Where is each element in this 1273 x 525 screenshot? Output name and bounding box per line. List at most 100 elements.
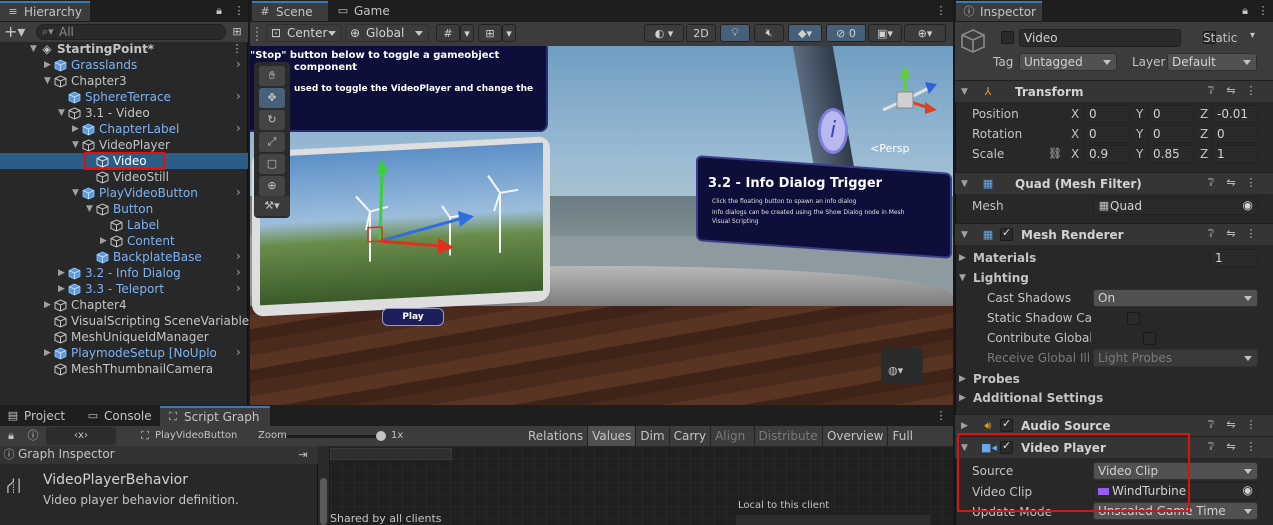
align-dropdown[interactable]: Align ▾	[711, 426, 755, 463]
hierarchy-item-startingpoint[interactable]: ▼ ◈ StartingPoint*	[30, 41, 154, 57]
hierarchy-item-sphereterrace[interactable]: SphereTerrace	[58, 89, 171, 105]
grid-snap-button[interactable]: #	[436, 24, 460, 42]
camera-settings-icon[interactable]: ▣▾	[868, 24, 902, 42]
carry-button[interactable]: Carry	[670, 426, 712, 446]
object-picker-icon[interactable]: ◉	[1243, 198, 1253, 212]
effects-toggle-icon[interactable]: ◆▾	[788, 24, 822, 42]
static-dropdown-icon[interactable]: ▾	[1250, 30, 1255, 41]
hand-tool-icon[interactable]: ✋︎	[259, 66, 285, 86]
inspector-scrollbar[interactable]	[318, 446, 329, 525]
dim-button[interactable]: Dim	[636, 426, 670, 446]
additional-settings-foldout[interactable]: ▶ Additional Settings	[959, 390, 1103, 406]
kebab-menu-icon[interactable]: ⋮	[1244, 227, 1258, 241]
materials-count-field[interactable]: 1	[1210, 249, 1258, 267]
tab-scene[interactable]: # Scene	[252, 1, 328, 21]
chevron-right-icon[interactable]: ›	[236, 89, 241, 103]
scene-viewport[interactable]: i "Stop" button below to toggle a gameob…	[250, 46, 953, 405]
scale-y-field[interactable]: 0.85	[1148, 145, 1194, 163]
hierarchy-item-videoplayer[interactable]: ▼ VideoPlayer	[72, 137, 170, 153]
static-shadow-checkbox[interactable]	[1126, 312, 1140, 325]
tab-inspector[interactable]: ⓘ Inspector	[956, 1, 1042, 21]
visibility-toggle-icon[interactable]: ⊘ 0	[826, 24, 866, 42]
materials-foldout[interactable]: ▶ Materials	[959, 250, 1036, 266]
breadcrumb[interactable]: PlayVideoButton	[155, 430, 237, 441]
rect-tool-icon[interactable]: ▢	[259, 154, 285, 174]
audio-toggle-icon[interactable]: 🔇︎	[754, 24, 784, 42]
kebab-menu-icon[interactable]: ⋮	[934, 4, 948, 18]
active-checkbox[interactable]	[1001, 31, 1014, 44]
hierarchy-item-grasslands[interactable]: ▶ Grasslands	[44, 57, 137, 73]
hierarchy-item-videostill[interactable]: VideoStill	[86, 169, 169, 185]
chevron-right-icon[interactable]: ›	[236, 185, 241, 199]
values-button[interactable]: Values	[588, 426, 637, 446]
chevron-right-icon[interactable]: ›	[236, 121, 241, 135]
full-screen-button[interactable]: Full Screen	[888, 426, 953, 463]
overview-button[interactable]: Overview	[823, 426, 889, 446]
hierarchy-item-playvideobutton[interactable]: ▼ PlayVideoButton	[72, 185, 198, 201]
relations-button[interactable]: Relations	[524, 426, 589, 446]
hierarchy-item-3-2-info-dialog[interactable]: ▶ 3.2 - Info Dialog	[58, 265, 181, 281]
kebab-menu-icon[interactable]: ⋮	[1244, 440, 1258, 454]
contribute-gi-checkbox[interactable]	[1143, 332, 1157, 345]
hierarchy-search-input[interactable]: ⌕▾ All	[36, 24, 226, 40]
lighting-foldout[interactable]: ▼ Lighting	[959, 270, 1029, 286]
scrollbar-thumb[interactable]	[320, 478, 327, 525]
link-icon[interactable]: ⛓︎	[1048, 147, 1062, 161]
compass-icon[interactable]: ◍▾	[888, 364, 903, 378]
preset-icon[interactable]: ⇋	[1224, 418, 1238, 432]
help-icon[interactable]: ❔︎	[1204, 227, 1218, 241]
preset-icon[interactable]: ⇋	[1224, 84, 1238, 98]
preset-icon[interactable]: ⇋	[1224, 440, 1238, 454]
position-y-field[interactable]: 0	[1148, 105, 1194, 123]
layer-dropdown[interactable]: Default	[1167, 53, 1257, 71]
lock-icon[interactable]: 🔒︎	[1238, 4, 1252, 18]
tab-script-graph[interactable]: ⛶ Script Graph	[160, 406, 270, 426]
help-icon[interactable]: ❔︎	[1204, 440, 1218, 454]
hierarchy-item-3-1-video[interactable]: ▼ 3.1 - Video	[58, 105, 150, 121]
grid-snap-dropdown[interactable]: ▾	[460, 24, 474, 42]
add-icon[interactable]: +▾	[4, 22, 25, 41]
help-icon[interactable]: ❔︎	[1204, 84, 1218, 98]
hierarchy-item-visualscripting[interactable]: VisualScripting SceneVariables	[44, 313, 255, 329]
chevron-right-icon[interactable]: ›	[236, 265, 241, 279]
lighting-toggle-icon[interactable]: 💡︎	[720, 24, 750, 42]
gizmos-icon[interactable]: ⊕▾	[904, 24, 946, 42]
distribute-dropdown[interactable]: Distribute ▾	[755, 426, 823, 463]
rotation-y-field[interactable]: 0	[1148, 125, 1194, 143]
shading-mode-button[interactable]: ◐ ▾	[644, 24, 684, 42]
pivot-dropdown[interactable]: ⊡ Center	[266, 24, 342, 42]
kebab-menu-icon[interactable]: ⋮	[232, 4, 246, 18]
lock-icon[interactable]: 🔒︎	[4, 429, 18, 443]
collapse-panel-icon[interactable]: ⇥	[296, 448, 310, 462]
kebab-menu-icon[interactable]: ⋮	[1244, 418, 1258, 432]
help-icon[interactable]: ❔︎	[1204, 418, 1218, 432]
hierarchy-item-content[interactable]: ▶ Content	[100, 233, 175, 249]
mesh-renderer-enabled-checkbox[interactable]	[1000, 226, 1013, 241]
perspective-label[interactable]: <Persp	[870, 142, 909, 155]
help-icon[interactable]: ❔︎	[1204, 176, 1218, 190]
tab-game[interactable]: ▭ Game	[330, 1, 400, 21]
preset-icon[interactable]: ⇋	[1224, 227, 1238, 241]
chevron-right-icon[interactable]: ›	[236, 57, 241, 71]
chevron-right-icon[interactable]: ›	[236, 249, 241, 263]
scale-x-field[interactable]: 0.9	[1084, 145, 1130, 163]
hierarchy-item-playmodesetup[interactable]: ▶ PlaymodeSetup [NoUpload]	[44, 345, 216, 361]
chevron-right-icon[interactable]: ›	[236, 345, 241, 359]
expand-icon[interactable]: ⊞	[230, 25, 244, 39]
rotation-z-field[interactable]: 0	[1212, 125, 1258, 143]
preset-icon[interactable]: ⇋	[1224, 176, 1238, 190]
mesh-field[interactable]: ▦ Quad ◉	[1093, 197, 1258, 215]
transform-tool-icon[interactable]: ⊕	[259, 176, 285, 196]
hierarchy-item-chapterlabel[interactable]: ▶ ChapterLabel	[72, 121, 179, 137]
zoom-slider-handle[interactable]	[376, 431, 386, 441]
kebab-menu-icon[interactable]: ⋮	[934, 409, 948, 423]
chevron-right-icon[interactable]: ›	[236, 281, 241, 295]
cast-shadows-dropdown[interactable]: On	[1093, 289, 1258, 307]
mode-2d-button[interactable]: 2D	[686, 24, 716, 42]
position-z-field[interactable]: -0.01	[1212, 105, 1258, 123]
hierarchy-item-button[interactable]: ▼ Button	[86, 201, 153, 217]
increment-snap-dropdown[interactable]: ▾	[502, 24, 516, 42]
rotation-x-field[interactable]: 0	[1084, 125, 1130, 143]
kebab-menu-icon[interactable]: ⋮	[1256, 4, 1270, 18]
increment-snap-button[interactable]: ⊞	[478, 24, 502, 42]
